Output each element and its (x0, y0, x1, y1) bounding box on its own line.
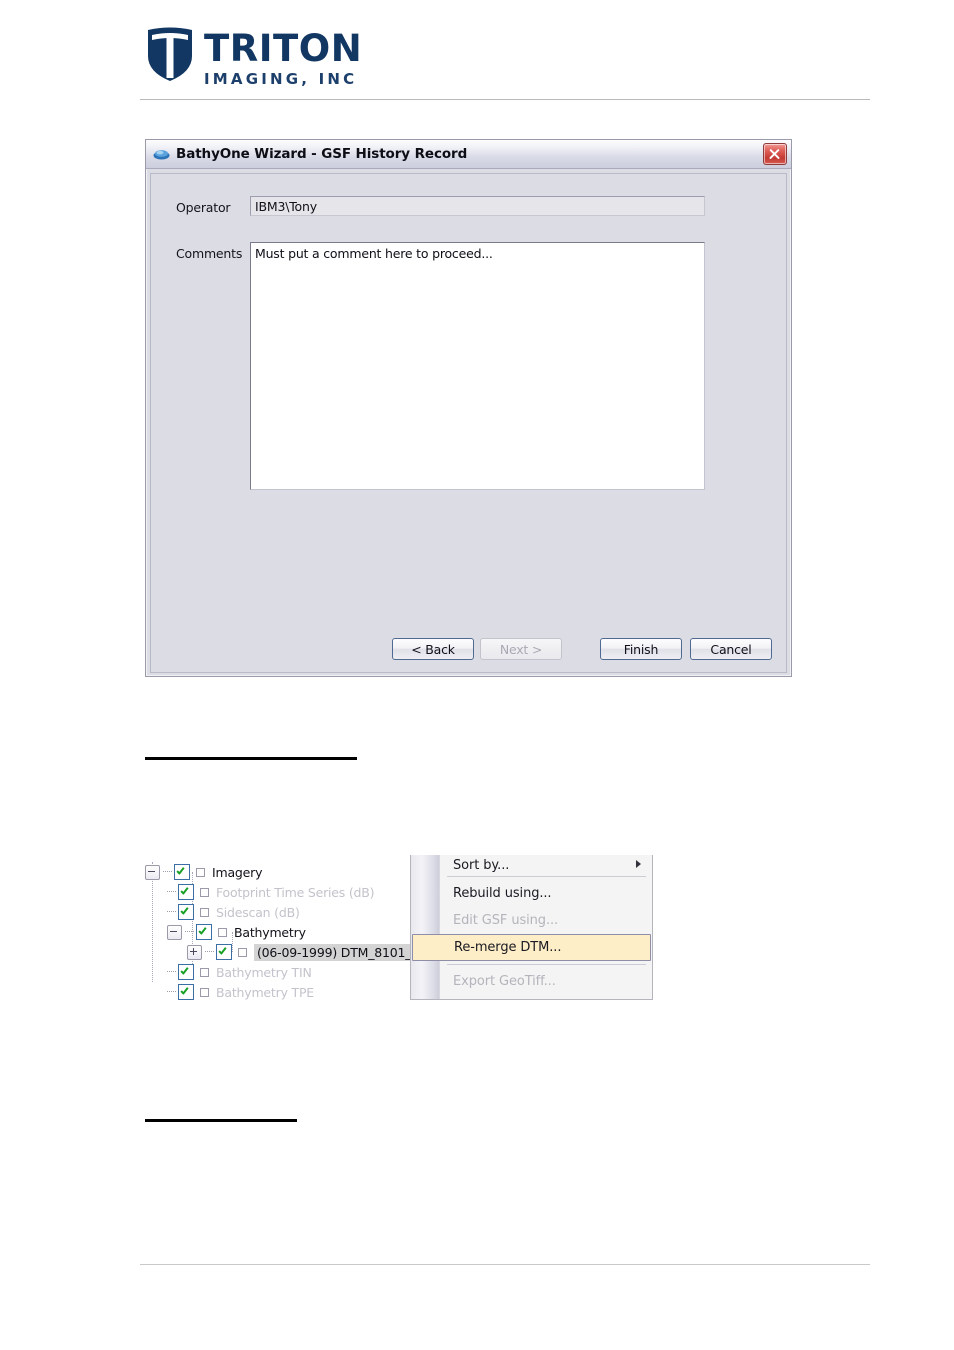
comments-field-row: Comments Must put a comment here to proc… (176, 242, 705, 490)
tree-connector (205, 951, 214, 953)
tree-item-label: Bathymetry TIN (216, 964, 312, 980)
section-rule-upper (145, 757, 357, 760)
dialog-title: BathyOne Wizard - GSF History Record (176, 146, 468, 162)
logo-subtitle: IMAGING, INC (204, 70, 358, 88)
menu-separator (447, 964, 646, 965)
collapse-icon[interactable] (167, 924, 182, 940)
tree-connector (167, 971, 176, 973)
tree-checkbox[interactable] (216, 944, 232, 960)
dialog-button-bar: < Back Next > Finish Cancel (151, 629, 786, 669)
collapse-icon[interactable] (145, 864, 160, 880)
triton-shield-icon (145, 26, 195, 82)
tree-item-label: Sidescan (dB) (216, 904, 300, 920)
menu-item-edit-gsf-using: Edit GSF using... (411, 907, 652, 934)
tree-checkbox[interactable] (178, 904, 194, 920)
bathyone-wizard-dialog: BathyOne Wizard - GSF History Record Ope… (145, 139, 792, 677)
tree-color-swatch[interactable] (200, 987, 209, 997)
triton-logo: TRITON IMAGING, INC (145, 26, 362, 88)
tree-checkbox[interactable] (174, 864, 190, 880)
tree-item-bathymetry[interactable]: Bathymetry (145, 922, 423, 942)
tree-connector (163, 871, 172, 873)
tree-connector (167, 891, 176, 893)
dialog-body: Operator IBM3\Tony Comments Must put a c… (150, 173, 787, 673)
tree-item-label: (06-09-1999) DTM_8101_N (254, 943, 423, 961)
header-divider (140, 99, 870, 100)
tree-item-sidescan[interactable]: Sidescan (dB) (145, 902, 423, 922)
operator-input[interactable]: IBM3\Tony (250, 196, 705, 216)
operator-label: Operator (176, 200, 231, 215)
tree-item-bathymetry-tin[interactable]: Bathymetry TIN (145, 962, 423, 982)
tree-connector (167, 991, 176, 993)
finish-button[interactable]: Finish (600, 638, 682, 660)
layer-tree: Imagery Footprint Time Series (dB) Sides… (145, 862, 423, 1002)
page-header: TRITON IMAGING, INC (0, 0, 954, 100)
cancel-button[interactable]: Cancel (690, 638, 772, 660)
tree-color-swatch[interactable] (218, 927, 227, 937)
menu-item-label: Edit GSF using... (453, 913, 559, 928)
comments-input[interactable]: Must put a comment here to proceed... (250, 242, 705, 490)
tree-checkbox[interactable] (178, 884, 194, 900)
tree-color-swatch[interactable] (200, 887, 209, 897)
menu-item-label: Rebuild using... (453, 886, 552, 901)
menu-separator (447, 876, 646, 877)
back-button[interactable]: < Back (392, 638, 474, 660)
next-button: Next > (480, 638, 562, 660)
menu-item-label: Sort by... (453, 858, 510, 873)
tree-item-label: Footprint Time Series (dB) (216, 884, 375, 900)
logo-title: TRITON (204, 27, 363, 70)
tree-color-swatch[interactable] (200, 967, 209, 977)
menu-item-label: Re-merge DTM... (454, 940, 562, 955)
tree-item-label: Imagery (212, 864, 263, 880)
tree-checkbox[interactable] (178, 984, 194, 1000)
dialog-titlebar: BathyOne Wizard - GSF History Record (146, 140, 791, 169)
close-icon[interactable] (763, 143, 787, 165)
tree-item-dtm-8101[interactable]: (06-09-1999) DTM_8101_N (145, 942, 423, 962)
comments-label: Comments (176, 246, 243, 261)
tree-item-label: Bathymetry TPE (216, 984, 315, 1000)
section-rule-lower (145, 1119, 297, 1122)
tree-checkbox[interactable] (178, 964, 194, 980)
blue-gem-icon (153, 148, 170, 161)
menu-item-export-geotiff: Export GeoTiff... (411, 968, 652, 995)
tree-item-footprint-time-series[interactable]: Footprint Time Series (dB) (145, 882, 423, 902)
tree-item-bathymetry-tpe[interactable]: Bathymetry TPE (145, 982, 423, 1002)
footer-divider (140, 1264, 870, 1265)
expand-icon[interactable] (187, 944, 202, 960)
menu-item-re-merge-dtm[interactable]: Re-merge DTM... (412, 934, 651, 961)
triton-wordmark: TRITON IMAGING, INC (204, 26, 363, 89)
tree-color-swatch[interactable] (196, 867, 205, 877)
menu-item-label: Export GeoTiff... (453, 974, 556, 989)
tree-checkbox[interactable] (196, 924, 212, 940)
tree-item-imagery[interactable]: Imagery (145, 862, 423, 882)
menu-item-sort-by[interactable]: Sort by... (411, 855, 652, 873)
chevron-right-icon (636, 860, 641, 868)
tree-color-swatch[interactable] (238, 947, 247, 957)
tree-color-swatch[interactable] (200, 907, 209, 917)
tree-connector (185, 931, 194, 933)
menu-item-rebuild-using[interactable]: Rebuild using... (411, 880, 652, 907)
tree-item-label: Bathymetry (234, 924, 306, 940)
tree-connector (167, 911, 176, 913)
context-menu: Sort by... Rebuild using... Edit GSF usi… (410, 855, 653, 1000)
operator-field-row: Operator IBM3\Tony (176, 196, 705, 216)
